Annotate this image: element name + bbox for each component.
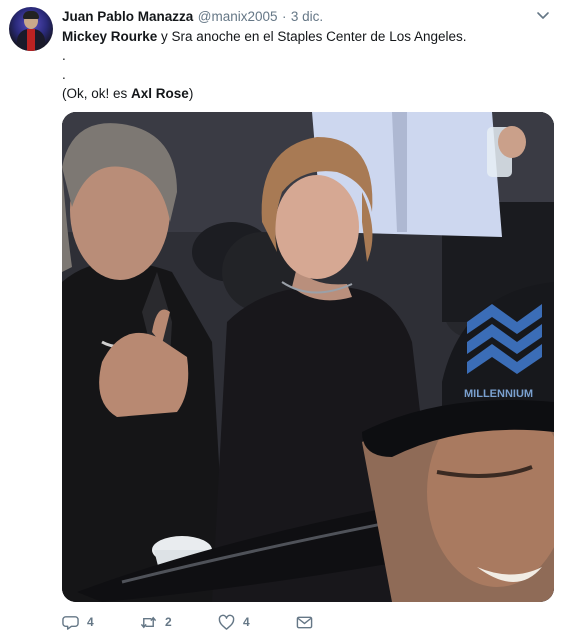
- text-line3: .: [62, 67, 66, 82]
- retweet-count: 2: [165, 615, 172, 629]
- retweet-button[interactable]: 2: [140, 612, 172, 632]
- text-line1-rest: y Sra anoche en el Staples Center de Los…: [157, 29, 467, 44]
- reply-count: 4: [87, 615, 94, 629]
- like-button[interactable]: 4: [218, 612, 250, 632]
- tweet-text: Mickey Rourke y Sra anoche en el Staples…: [62, 27, 552, 103]
- like-count: 4: [243, 615, 250, 629]
- cap-logo-text: MILLENNIUM: [464, 388, 533, 400]
- mention-axl-rose: Axl Rose: [131, 86, 189, 101]
- tweet-header: Juan Pablo Manazza @manix2005 · 3 dic.: [62, 8, 558, 26]
- separator-dot: ·: [281, 9, 287, 24]
- mention-mickey-rourke: Mickey Rourke: [62, 29, 158, 44]
- heart-icon: [218, 614, 235, 631]
- tweet-photo[interactable]: MILLENNIUM: [62, 112, 554, 602]
- retweet-icon: [140, 614, 157, 631]
- text-line4-end: ): [188, 86, 194, 101]
- reply-button[interactable]: 4: [62, 612, 94, 632]
- tweet-time[interactable]: 3 dic.: [291, 9, 323, 24]
- text-line2: .: [62, 48, 66, 63]
- chevron-down-icon[interactable]: [536, 10, 550, 22]
- avatar[interactable]: [9, 7, 53, 51]
- text-line4-start: (Ok, ok! es: [62, 86, 132, 101]
- tweet-actions: 4 2 4: [62, 612, 462, 634]
- author-handle[interactable]: @manix2005: [198, 9, 278, 24]
- tweet[interactable]: Juan Pablo Manazza @manix2005 · 3 dic. M…: [0, 0, 568, 636]
- direct-message-button[interactable]: [296, 612, 313, 632]
- envelope-icon: [296, 614, 313, 631]
- author-name[interactable]: Juan Pablo Manazza: [62, 9, 193, 24]
- reply-icon: [62, 614, 79, 631]
